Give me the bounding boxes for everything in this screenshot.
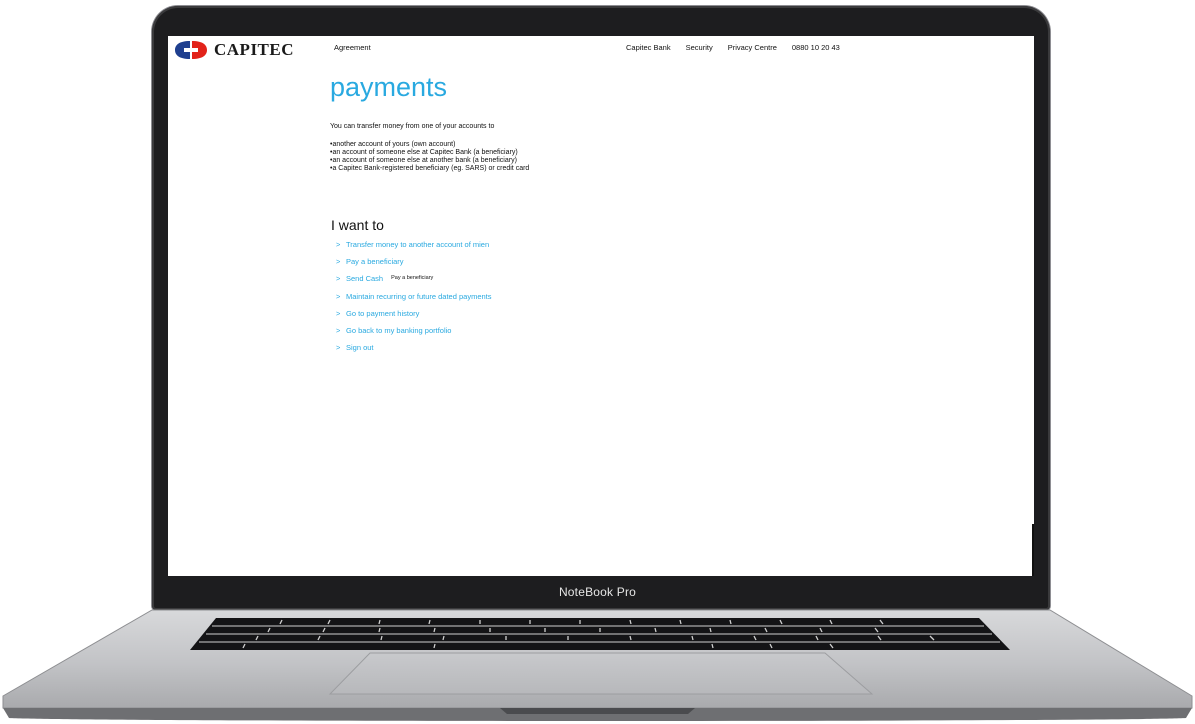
action-links: > Transfer money to another account of m… xyxy=(336,240,492,360)
link-recurring-payments[interactable]: > Maintain recurring or future dated pay… xyxy=(336,292,492,309)
capitec-logo[interactable]: CAPITEC xyxy=(174,40,294,60)
link-transfer-money[interactable]: > Transfer money to another account of m… xyxy=(336,240,492,257)
device-label: NoteBook Pro xyxy=(558,585,637,599)
hover-tooltip: Pay a beneficiary xyxy=(391,275,434,282)
nav-privacy-centre[interactable]: Privacy Centre xyxy=(728,43,777,52)
laptop-lid: CAPITEC Agreement Capitec Bank Security … xyxy=(152,6,1050,610)
link-send-cash[interactable]: > Send Cash Pay a beneficiary xyxy=(336,274,492,291)
list-item: an account of someone else at another ba… xyxy=(330,157,529,165)
logo-text: CAPITEC xyxy=(214,40,295,59)
transfer-options-list: another account of yours (own account) a… xyxy=(330,141,529,173)
link-pay-beneficiary[interactable]: > Pay a beneficiary xyxy=(336,257,492,274)
chevron-right-icon: > xyxy=(336,274,341,284)
top-nav: Capitec Bank Security Privacy Centre 088… xyxy=(626,43,840,52)
intro-text: You can transfer money from one of your … xyxy=(330,123,495,130)
keyboard-deck-illustration xyxy=(2,609,1193,721)
scrollbar[interactable] xyxy=(1032,524,1034,576)
laptop-base xyxy=(0,608,1195,724)
link-label: Go back to my banking portfolio xyxy=(346,325,452,335)
link-label: Transfer money to another account of mie… xyxy=(346,240,490,249)
nav-capitec-bank[interactable]: Capitec Bank xyxy=(626,43,671,52)
capitec-logo-icon xyxy=(175,41,207,59)
nav-security[interactable]: Security xyxy=(686,43,713,52)
link-label: Go to payment history xyxy=(346,308,420,318)
link-label: Pay a beneficiary xyxy=(346,257,404,267)
chevron-right-icon: > xyxy=(336,325,341,335)
nav-phone-number[interactable]: 0880 10 20 43 xyxy=(792,43,840,52)
link-payment-history[interactable]: > Go to payment history xyxy=(336,309,492,326)
list-item: an account of someone else at Capitec Ba… xyxy=(330,149,529,157)
link-sign-out[interactable]: > Sign out xyxy=(336,343,492,360)
list-item: another account of yours (own account) xyxy=(330,141,529,149)
chevron-right-icon: > xyxy=(336,308,341,318)
link-label: Maintain recurring or future dated payme… xyxy=(346,291,492,301)
link-label: Sign out xyxy=(346,343,374,353)
chevron-right-icon: > xyxy=(336,257,341,267)
nav-agreement[interactable]: Agreement xyxy=(334,43,371,52)
list-item: a Capitec Bank-registered beneficiary (e… xyxy=(330,165,529,173)
browser-screen: CAPITEC Agreement Capitec Bank Security … xyxy=(168,36,1034,576)
laptop-mockup: CAPITEC Agreement Capitec Bank Security … xyxy=(0,0,1195,724)
link-label: Send Cash xyxy=(346,274,384,284)
chevron-right-icon: > xyxy=(336,343,341,353)
page-title: payments xyxy=(330,72,448,102)
chevron-right-icon: > xyxy=(336,291,341,301)
chevron-right-icon: > xyxy=(336,240,341,249)
i-want-to-heading: I want to xyxy=(331,217,384,233)
link-banking-portfolio[interactable]: > Go back to my banking portfolio xyxy=(336,326,492,343)
